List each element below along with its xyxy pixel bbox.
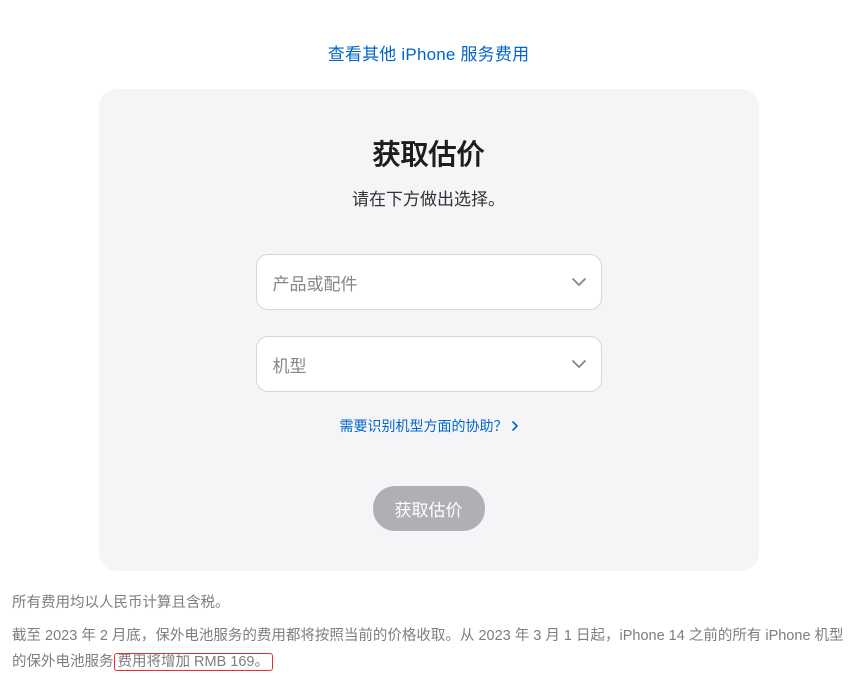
model-select-placeholder: 机型 [273,352,307,377]
footnotes: 所有费用均以人民币计算且含税。 截至 2023 年 2 月底，保外电池服务的费用… [12,591,845,675]
footnote-price-notice: 截至 2023 年 2 月底，保外电池服务的费用都将按照当前的价格收取。从 20… [12,624,845,675]
footnote-currency: 所有费用均以人民币计算且含税。 [12,591,845,616]
view-other-services-link[interactable]: 查看其他 iPhone 服务费用 [328,45,530,64]
identify-model-help-link[interactable]: 需要识别机型方面的协助？ [340,416,518,436]
chevron-right-icon [512,421,518,431]
card-title: 获取估价 [139,133,719,173]
help-link-label: 需要识别机型方面的协助？ [340,416,508,436]
product-select[interactable]: 产品或配件 [256,254,602,310]
product-select-placeholder: 产品或配件 [273,270,358,295]
card-subtitle: 请在下方做出选择。 [139,185,719,210]
estimate-card: 获取估价 请在下方做出选择。 产品或配件 机型 需要识别机型方面的协助？ [99,89,759,571]
model-select[interactable]: 机型 [256,336,602,392]
get-estimate-button[interactable]: 获取估价 [373,486,485,531]
notice-highlight: 费用将增加 RMB 169。 [114,653,273,671]
